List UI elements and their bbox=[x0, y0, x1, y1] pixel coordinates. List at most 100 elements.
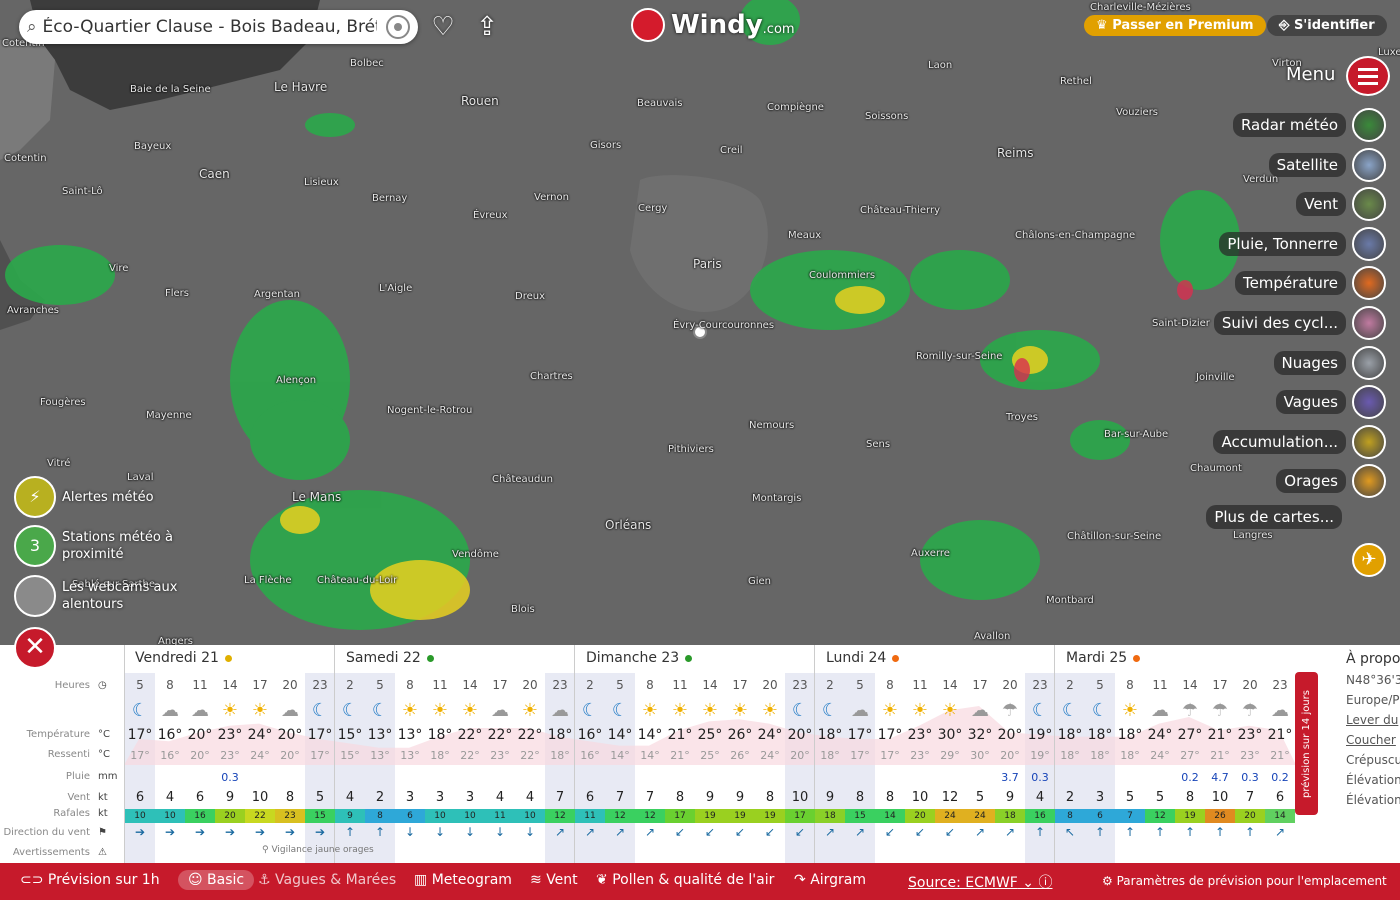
hours-cell: 2 bbox=[1066, 678, 1074, 692]
layer-3[interactable]: Vent bbox=[1296, 187, 1386, 222]
temps-cell: 18° bbox=[547, 727, 573, 743]
search-input[interactable]: Éco-Quartier Clause - Bois Badeau, Bréti… bbox=[43, 17, 377, 37]
wind-cell: 7 bbox=[645, 790, 655, 805]
weather-alerts-button[interactable]: ⚡ Alertes météo bbox=[14, 476, 154, 518]
day-header[interactable]: Samedi 22 bbox=[346, 650, 434, 666]
layer-label: Pluie, Tonnerre bbox=[1219, 231, 1346, 256]
day-header[interactable]: Dimanche 23 bbox=[586, 650, 693, 666]
meteogram-button[interactable]: ▥ Meteogram bbox=[414, 872, 512, 888]
rain-cell: 4.7 bbox=[1211, 771, 1229, 784]
city-label: Nogent-le-Rotrou bbox=[387, 405, 473, 416]
hours-cell: 23 bbox=[792, 678, 808, 692]
layer-7[interactable]: Nuages bbox=[1273, 345, 1386, 380]
gust-cell: 6 bbox=[1085, 809, 1115, 823]
hours-cell: 14 bbox=[942, 678, 958, 692]
wind-direction-arrow-icon: ↑ bbox=[1184, 825, 1196, 839]
vigilance-warning[interactable]: ⚲ Vigilance jaune orages bbox=[262, 845, 374, 855]
city-label: Compiègne bbox=[767, 102, 824, 113]
layer-9[interactable]: Accumulation... bbox=[1213, 424, 1386, 459]
gust-cell: 17 bbox=[785, 809, 815, 823]
hours-cell: 5 bbox=[1096, 678, 1104, 692]
gust-cell: 19 bbox=[695, 809, 725, 823]
wind-direction-arrow-icon: ↗ bbox=[1004, 825, 1016, 839]
layer-2[interactable]: Satellite bbox=[1268, 147, 1386, 182]
nearby-stations-button[interactable]: 3 Stations météo à proximité bbox=[14, 525, 173, 567]
wind-cell: 9 bbox=[825, 790, 835, 805]
layer-1[interactable]: Radar météo bbox=[1232, 108, 1386, 142]
feels-cell: 27° bbox=[1180, 749, 1200, 762]
rain-cell: 0.2 bbox=[1181, 771, 1199, 784]
temps-cell: 21° bbox=[1267, 727, 1293, 743]
weather-icon: ☀ bbox=[761, 700, 779, 721]
city-label: Nemours bbox=[749, 420, 795, 431]
pollen-air-quality-button[interactable]: ❦ Pollen & qualité de l'air bbox=[596, 872, 774, 888]
city-label: Vouziers bbox=[1116, 107, 1159, 118]
nearby-webcams-button[interactable]: Les webcams aux alentours bbox=[14, 575, 177, 617]
wind-cell: 9 bbox=[705, 790, 715, 805]
close-forecast-button[interactable]: ✕ bbox=[14, 627, 56, 669]
wind-cell: 8 bbox=[765, 790, 775, 805]
wind-cell: 3 bbox=[435, 790, 445, 805]
14-day-forecast-tab[interactable]: prévision sur 14 jours bbox=[1295, 672, 1318, 815]
weather-icon: ☀ bbox=[641, 700, 659, 721]
search-bar[interactable]: ⌕ Éco-Quartier Clause - Bois Badeau, Bré… bbox=[19, 10, 418, 44]
weather-icon: ☀ bbox=[251, 700, 269, 721]
gps-locate-icon[interactable] bbox=[386, 15, 410, 39]
wind-cell: 7 bbox=[555, 790, 565, 805]
airgram-button[interactable]: ↷ Airgram bbox=[794, 872, 866, 888]
basic-view-button[interactable]: ☺ Basic bbox=[178, 870, 255, 890]
layer-8[interactable]: Vagues bbox=[1275, 385, 1386, 420]
wind-cell: 7 bbox=[615, 790, 625, 805]
layer-5[interactable]: Température bbox=[1234, 266, 1386, 301]
temps-cell: 14° bbox=[607, 727, 633, 743]
temps-cell: 20° bbox=[277, 727, 303, 743]
share-icon[interactable]: ⇪ bbox=[470, 10, 504, 44]
layer-10[interactable]: Orages bbox=[1276, 464, 1386, 499]
wind-cell: 3 bbox=[405, 790, 415, 805]
layer-label: Satellite bbox=[1268, 152, 1346, 177]
wind-cell: 3 bbox=[465, 790, 475, 805]
gust-cell: 12 bbox=[635, 809, 665, 823]
layer-11[interactable]: Plus de cartes... bbox=[1206, 501, 1348, 533]
layer-4[interactable]: Pluie, Tonnerre bbox=[1219, 226, 1386, 261]
day-header[interactable]: Vendredi 21 bbox=[135, 650, 232, 666]
premium-button[interactable]: ♛ Passer en Premium bbox=[1084, 15, 1266, 36]
city-label: Flers bbox=[165, 288, 190, 299]
wind-cell: 4 bbox=[345, 790, 355, 805]
layer-label: Accumulation... bbox=[1213, 429, 1346, 454]
menu-label[interactable]: Menu bbox=[1286, 64, 1335, 85]
wind-direction-arrow-icon: ↑ bbox=[1154, 825, 1166, 839]
day-header[interactable]: Lundi 24 bbox=[826, 650, 900, 666]
source-select[interactable]: Source: ECMWF ⌄ ⓘ bbox=[908, 872, 1053, 892]
feels-cell: 22° bbox=[460, 749, 480, 762]
wind-cell: 3 bbox=[1095, 790, 1105, 805]
waves-tides-button[interactable]: ⚓ Vagues & Marées bbox=[258, 872, 396, 888]
layer-6[interactable]: Suivi des cycl... bbox=[1213, 306, 1386, 340]
weather-map[interactable]: Le Havre Rouen Caen Paris Le Mans Orléans Reim… bbox=[0, 0, 1400, 645]
temps-cell: 24° bbox=[247, 727, 273, 743]
wind-direction-arrow-icon: ↗ bbox=[614, 825, 626, 839]
hamburger-menu-button[interactable] bbox=[1346, 56, 1390, 96]
wind-button[interactable]: ≋ Vent bbox=[530, 872, 578, 888]
airplane-icon[interactable]: ✈ bbox=[1352, 543, 1386, 577]
windy-logo[interactable]: Windy.com bbox=[631, 8, 795, 42]
wind-direction-arrow-icon: ↗ bbox=[554, 825, 566, 839]
station-count-badge: 3 bbox=[14, 525, 56, 567]
hourly-forecast-toggle[interactable]: ⊂⊃ Prévision sur 1h bbox=[20, 872, 160, 888]
wind-direction-arrow-icon: ↑ bbox=[1214, 825, 1226, 839]
wind-direction-arrow-icon: ↓ bbox=[494, 825, 506, 839]
weather-icon: ☾ bbox=[1061, 700, 1079, 721]
gust-cell: 11 bbox=[485, 809, 515, 823]
weather-icon: ☀ bbox=[911, 700, 929, 721]
feels-cell: 21° bbox=[670, 749, 690, 762]
heart-icon[interactable]: ♡ bbox=[426, 10, 460, 44]
wind-direction-arrow-icon: ↑ bbox=[1244, 825, 1256, 839]
city-label: Pithiviers bbox=[668, 444, 714, 455]
login-button[interactable]: ⎆ S'identifier bbox=[1267, 15, 1387, 36]
wind-cell: 9 bbox=[735, 790, 745, 805]
location-settings-button[interactable]: ⚙ Paramètres de prévision pour l'emplace… bbox=[1102, 874, 1387, 888]
day-header[interactable]: Mardi 25 bbox=[1066, 650, 1141, 666]
hours-cell: 8 bbox=[646, 678, 654, 692]
hours-cell: 2 bbox=[346, 678, 354, 692]
feels-cell: 23° bbox=[910, 749, 930, 762]
